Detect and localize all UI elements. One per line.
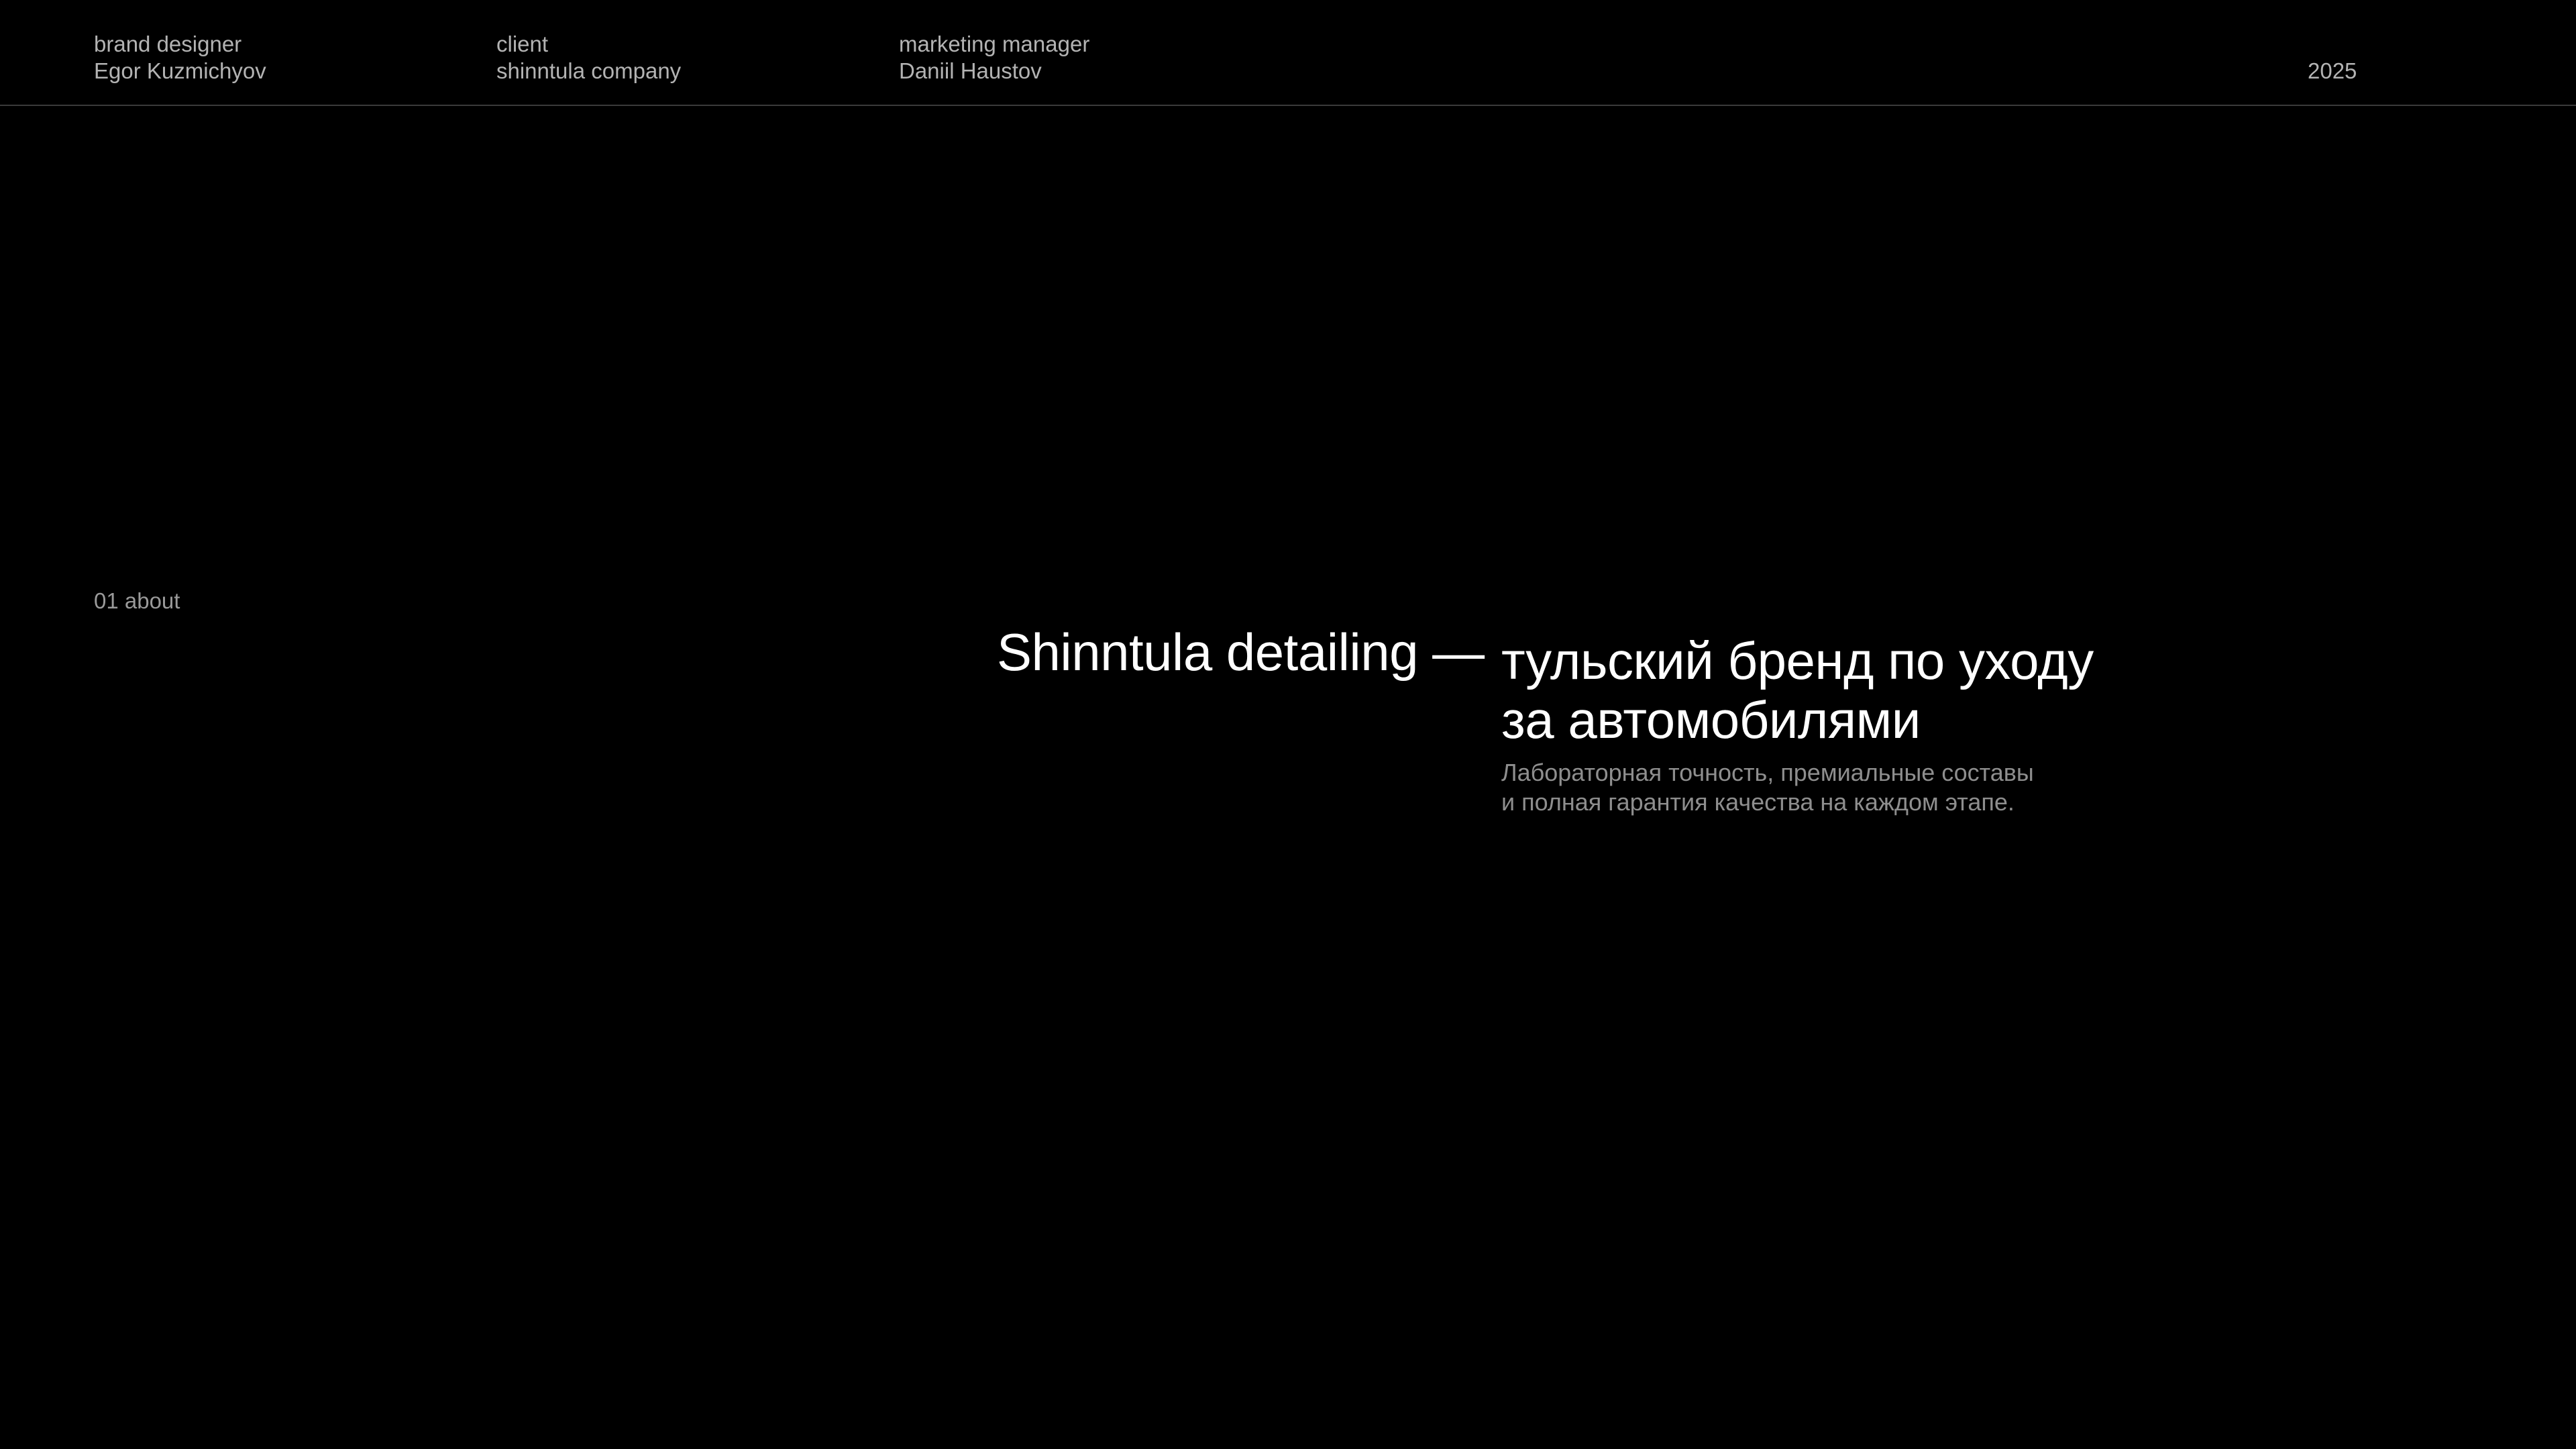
header-bar: brand designer Egor Kuzmichyov client sh… [0, 0, 2576, 106]
credit-client: client shinntula company [496, 31, 681, 85]
tagline-line: тульский бренд по уходу [1501, 631, 2094, 690]
credit-name: Daniil Haustov [899, 58, 1042, 83]
brand-headline: Shinntula detailing — [997, 623, 1485, 682]
credit-name: shinntula company [496, 58, 682, 83]
project-year: 2025 [2308, 58, 2357, 83]
credit-name: Egor Kuzmichyov [94, 58, 266, 83]
tagline-headline: тульский бренд по уходу за автомобилями [1501, 631, 2373, 749]
credit-marketing-manager: marketing manager Daniil Haustov [899, 31, 1089, 85]
description-line: и полная гарантия качества на каждом эта… [1501, 788, 2015, 816]
section-label: 01 about [94, 588, 180, 613]
brand-description: Лабораторная точность, премиальные соста… [1501, 758, 2239, 817]
credit-role: brand designer [94, 32, 242, 56]
credit-brand-designer: brand designer Egor Kuzmichyov [94, 31, 266, 85]
credit-role: client [496, 32, 549, 56]
tagline-line: за автомобилями [1501, 690, 1921, 749]
description-line: Лабораторная точность, премиальные соста… [1501, 759, 2034, 786]
credit-role: marketing manager [899, 32, 1090, 56]
